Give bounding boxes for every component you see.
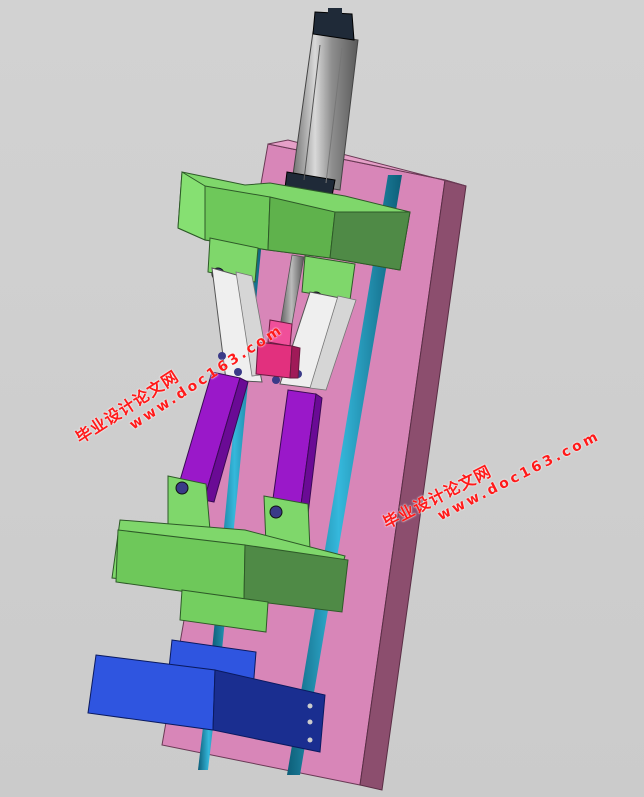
cad-viewport[interactable]: 毕业设计论文网 www.doc163.com 毕业设计论文网 www.doc16… xyxy=(0,0,644,797)
mechanism-model xyxy=(87,8,467,791)
